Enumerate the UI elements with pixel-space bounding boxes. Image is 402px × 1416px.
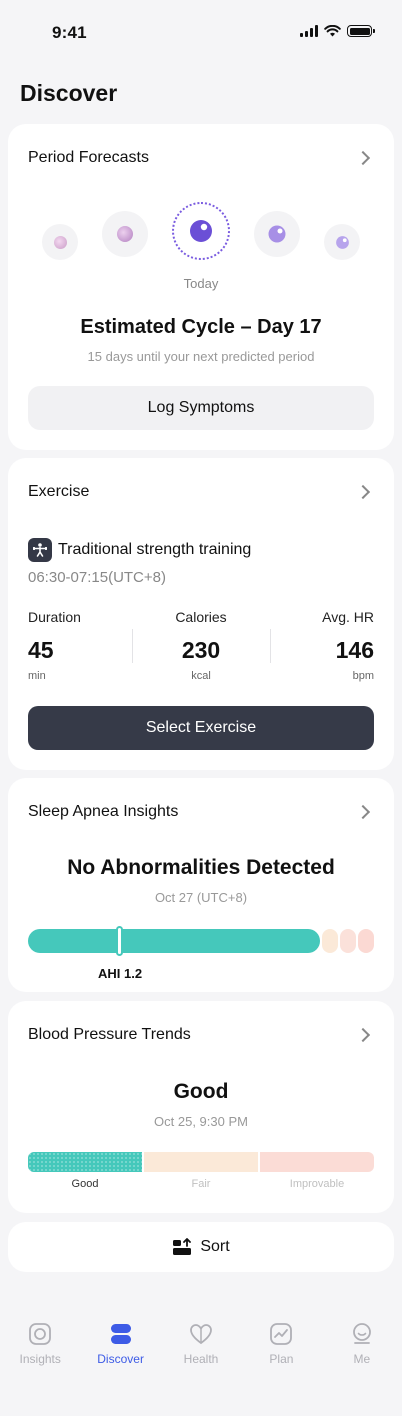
moon-phase-icon[interactable]: [254, 211, 300, 257]
bp-status: Good: [173, 1080, 229, 1103]
sort-button[interactable]: Sort: [8, 1222, 394, 1272]
cycle-subtitle: 15 days until your next predicted period: [87, 349, 315, 364]
exercise-card-title: Exercise: [28, 483, 90, 500]
ahi-mild-range: [322, 929, 338, 953]
insights-icon: [28, 1322, 52, 1346]
cycle-day-title: Estimated Cycle – Day 17: [80, 316, 322, 338]
tab-insights[interactable]: Insights: [0, 1322, 80, 1382]
moon-phase-icon[interactable]: [102, 211, 148, 257]
exercise-name: Traditional strength training: [58, 541, 252, 558]
bottom-tab-bar: Insights Discover Health Plan Me: [0, 1322, 402, 1382]
stat-unit: bpm: [352, 670, 374, 682]
discover-icon: [109, 1322, 133, 1346]
sleep-card-header[interactable]: Sleep Apnea Insights: [28, 802, 374, 822]
stat-value: 230: [181, 637, 221, 663]
exercise-stats: Duration 45 min Calories 230 kcal Avg. H…: [28, 609, 374, 689]
bp-label-good: Good: [71, 1178, 99, 1190]
chevron-right-icon[interactable]: [355, 484, 371, 500]
bp-card-header[interactable]: Blood Pressure Trends: [28, 1025, 374, 1045]
plan-icon: [269, 1322, 293, 1346]
select-exercise-button[interactable]: Select Exercise: [28, 706, 374, 750]
tab-label: Insights: [19, 1352, 61, 1366]
today-label: Today: [183, 276, 219, 291]
chevron-right-icon[interactable]: [355, 150, 371, 166]
bp-segment-good: [28, 1152, 142, 1172]
ahi-normal-range: [28, 929, 320, 953]
period-card-title: Period Forecasts: [28, 149, 149, 166]
sleep-status: No Abnormalities Detected: [67, 856, 335, 879]
page-title: Discover: [20, 80, 118, 106]
bp-segment-fair: [144, 1152, 258, 1172]
me-icon: [350, 1322, 374, 1346]
divider: [132, 629, 133, 663]
exercise-activity-row[interactable]: Traditional strength training: [28, 538, 251, 562]
stat-unit: min: [28, 670, 46, 682]
calories-stat: Calories 230 kcal: [146, 609, 256, 682]
stat-label: Calories: [175, 609, 227, 625]
status-time: 9:41: [52, 23, 87, 42]
cycle-moon-carousel[interactable]: [8, 202, 394, 282]
stat-unit: kcal: [191, 670, 211, 682]
wifi-icon: [324, 25, 341, 37]
sort-label: Sort: [200, 1238, 230, 1255]
tab-label: Plan: [269, 1352, 294, 1366]
ahi-scale-bar: [28, 926, 374, 956]
strength-training-icon: [28, 538, 52, 562]
ahi-severe-range: [358, 929, 374, 953]
tab-label: Discover: [97, 1352, 144, 1366]
sleep-card-title: Sleep Apnea Insights: [28, 803, 179, 820]
tab-label: Health: [183, 1352, 219, 1366]
exercise-card-header[interactable]: Exercise: [28, 482, 374, 502]
duration-stat: Duration 45 min: [28, 609, 138, 682]
bp-scale-labels: Good Fair Improvable: [28, 1178, 374, 1190]
status-bar: 9:41: [0, 0, 402, 62]
stat-value: 45: [28, 637, 54, 663]
sleep-apnea-card[interactable]: Sleep Apnea Insights No Abnormalities De…: [8, 778, 394, 992]
bp-card-title: Blood Pressure Trends: [28, 1026, 191, 1043]
bp-label-fair: Fair: [191, 1178, 211, 1190]
bp-segment-improvable: [260, 1152, 374, 1172]
ahi-marker: [116, 926, 123, 956]
health-icon: [189, 1322, 213, 1346]
moon-phase-icon[interactable]: [324, 224, 360, 260]
sort-icon: [173, 1238, 192, 1255]
ahi-value-label: AHI 1.2: [98, 966, 143, 981]
today-moon-icon[interactable]: [172, 202, 230, 260]
battery-icon: [347, 25, 375, 37]
bp-label-improvable: Improvable: [289, 1178, 345, 1190]
blood-pressure-card[interactable]: Blood Pressure Trends Good Oct 25, 9:30 …: [8, 1001, 394, 1213]
exercise-time-range: 06:30-07:15(UTC+8): [28, 569, 166, 586]
chevron-right-icon[interactable]: [355, 804, 371, 820]
log-symptoms-button[interactable]: Log Symptoms: [28, 386, 374, 430]
tab-discover[interactable]: Discover: [80, 1322, 160, 1382]
moon-phase-icon[interactable]: [42, 224, 78, 260]
period-card-header[interactable]: Period Forecasts: [28, 148, 374, 168]
cellular-signal-icon: [300, 25, 318, 37]
avg-hr-stat: Avg. HR 146 bpm: [264, 609, 374, 682]
sleep-date: Oct 27 (UTC+8): [154, 890, 248, 905]
chevron-right-icon[interactable]: [355, 1027, 371, 1043]
ahi-moderate-range: [340, 929, 356, 953]
tab-health[interactable]: Health: [161, 1322, 241, 1382]
period-forecasts-card[interactable]: Period Forecasts Today Estimated Cycle –…: [8, 124, 394, 450]
stat-label: Duration: [28, 609, 81, 625]
bp-scale-bar: [28, 1152, 374, 1172]
exercise-card[interactable]: Exercise Traditional strength training 0…: [8, 458, 394, 770]
stat-value: 146: [335, 637, 374, 663]
bp-date: Oct 25, 9:30 PM: [154, 1114, 248, 1129]
tab-plan[interactable]: Plan: [241, 1322, 321, 1382]
tab-me[interactable]: Me: [322, 1322, 402, 1382]
tab-label: Me: [353, 1352, 371, 1366]
status-icons: [300, 25, 375, 37]
stat-label: Avg. HR: [322, 609, 374, 625]
